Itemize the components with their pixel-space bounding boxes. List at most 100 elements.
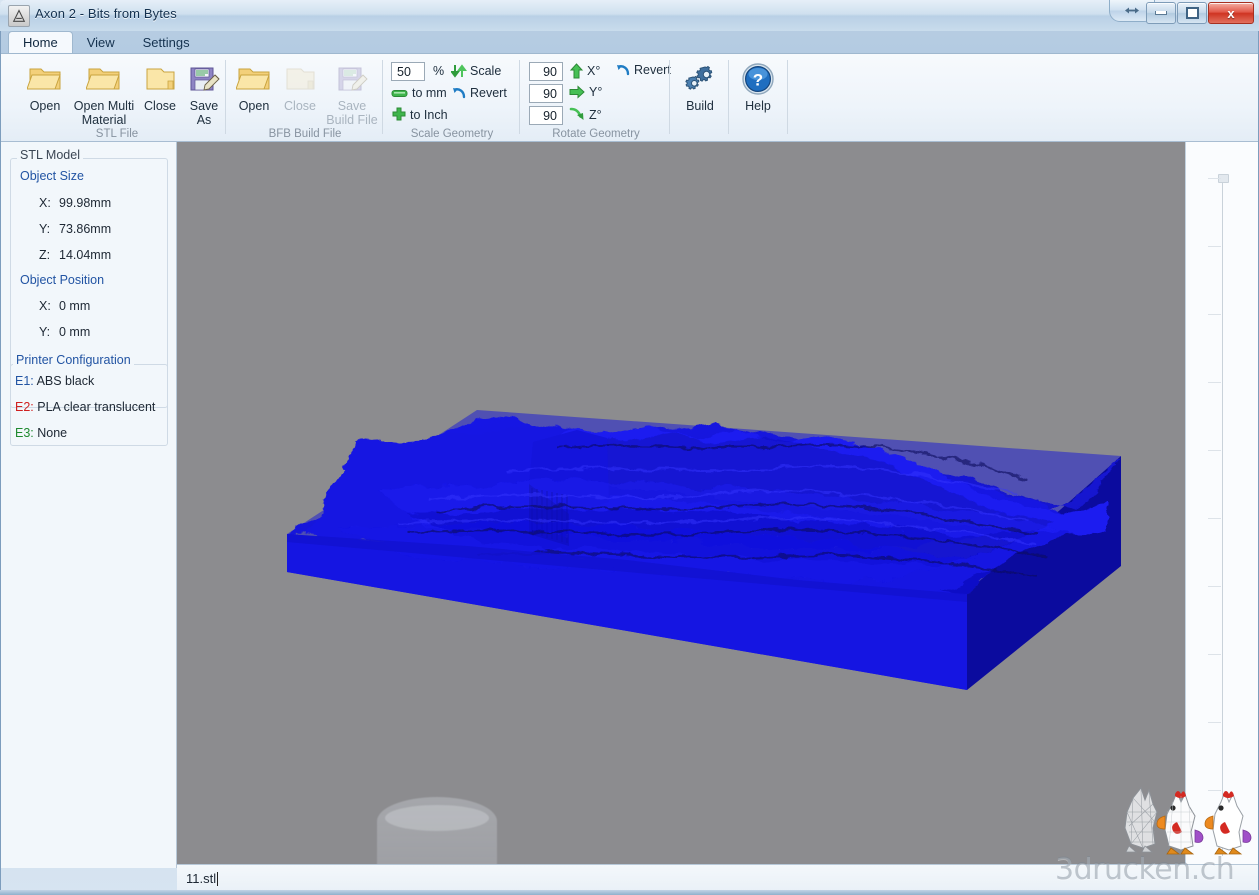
closed-folder-icon (143, 58, 177, 100)
rotate-revert-button[interactable]: Revert (615, 63, 671, 77)
extruder-e3-value: None (37, 426, 68, 440)
rotate-z-label: Z° (589, 107, 602, 122)
object-size-x-key: X: (39, 196, 51, 210)
stl-close-button[interactable]: Close (137, 58, 183, 114)
bfb-close-button[interactable]: Close (277, 58, 323, 114)
tab-view[interactable]: View (73, 32, 129, 53)
ribbon-separator (382, 60, 383, 134)
maximize-icon[interactable] (1177, 2, 1207, 24)
object-position-y-value: 0 mm (59, 325, 91, 339)
to-mm-label: to mm (412, 86, 447, 100)
ruler-tick (1208, 586, 1221, 587)
minimize-icon[interactable] (1146, 2, 1176, 24)
scale-percent-input[interactable] (391, 62, 425, 81)
ribbon-group-stl-file: Open Open Multi Material Close Save As S… (9, 54, 225, 142)
extruder-e2-value: PLA clear translucent (37, 400, 156, 414)
watermark: 3drucken.ch (1055, 852, 1235, 887)
build-label: Build (686, 99, 714, 113)
save-as-icon (187, 58, 221, 100)
axon-logo-icon (8, 5, 30, 27)
to-inch-icon (392, 107, 406, 121)
bfb-open-label: Open (238, 99, 270, 113)
object-position-x-value: 0 mm (59, 299, 91, 313)
scale-button-label: Scale (470, 64, 502, 78)
rotate-z-input[interactable] (529, 106, 563, 125)
object-size-caption: Object Size (17, 169, 87, 183)
extruder-e2-key: E2: (15, 400, 34, 414)
tab-settings-label: Settings (142, 35, 190, 50)
save-as-icon (335, 58, 369, 100)
scale-button[interactable]: Scale (451, 64, 501, 78)
stl-open-multi-material-button[interactable]: Open Multi Material (69, 58, 139, 127)
build-button[interactable]: Build (673, 58, 727, 114)
extruder-e1-value: ABS black (36, 374, 95, 388)
tab-view-label: View (86, 35, 115, 50)
to-inch-button[interactable]: to Inch (391, 107, 448, 122)
window-bottom-edge (0, 890, 1259, 895)
object-size-x-value: 99.98mm (59, 196, 112, 210)
bfb-save-label-2: Build File (326, 112, 378, 127)
bfb-open-button[interactable]: Open (229, 58, 279, 114)
rotate-revert-label: Revert (634, 63, 671, 77)
bfb-close-label: Close (284, 99, 316, 113)
ribbon-separator (787, 60, 788, 134)
arrow-up-icon (569, 63, 584, 79)
ribbon-group-scale-geometry: % Scale to mm Reve (387, 54, 517, 142)
tab-home-label: Home (23, 35, 58, 50)
z-ruler-panel[interactable] (1185, 142, 1258, 864)
stl-open-button[interactable]: Open (15, 58, 75, 114)
ribbon: Open Open Multi Material Close Save As S… (1, 53, 1258, 142)
object-size-y-key: Y: (39, 222, 51, 236)
ribbon-group-rotate-label: Rotate Geometry (552, 128, 640, 140)
revert-arrow-icon (617, 65, 630, 76)
stl-save-as-button[interactable]: Save As (181, 58, 227, 127)
object-position-caption: Object Position (17, 273, 108, 287)
rotate-x-axis[interactable]: X° (569, 63, 600, 79)
help-button[interactable]: ? Help (731, 58, 785, 114)
ribbon-group-stl-file-label: STL File (95, 128, 139, 140)
tab-settings[interactable]: Settings (129, 32, 204, 53)
window-title: Axon 2 - Bits from Bytes (35, 6, 177, 21)
window-controls: x (1146, 2, 1254, 24)
to-mm-icon (391, 90, 408, 97)
stl-model-caption: STL Model (17, 148, 83, 162)
rotate-y-input[interactable] (529, 84, 563, 103)
extruder-e1-key: E1: (15, 374, 34, 388)
rotate-z-axis[interactable]: Z° (569, 107, 602, 122)
gears-icon (683, 58, 717, 100)
object-position-y-key: Y: (39, 325, 51, 339)
ribbon-group-bfb-build-file: Open Close Save Build File BFB Build Fil… (229, 54, 381, 142)
rotate-y-label: Y° (589, 85, 603, 99)
rotate-x-label: X° (587, 64, 601, 78)
bfb-save-build-file-button[interactable]: Save Build File (321, 58, 383, 127)
stl-open-multi-label-2: Material (81, 112, 127, 127)
close-glyph: x (1227, 5, 1235, 21)
tab-home[interactable]: Home (8, 31, 73, 53)
titlebar[interactable]: Axon 2 - Bits from Bytes x (0, 0, 1259, 31)
ribbon-separator (225, 60, 226, 134)
extruder-e1-row: E1: ABS black (15, 374, 94, 388)
to-mm-button[interactable]: to mm (391, 86, 447, 100)
viewport-3d[interactable] (177, 142, 1185, 864)
ribbon-group-help: ? Help (731, 54, 785, 142)
ribbon-separator (728, 60, 729, 134)
arrow-curve-icon (569, 107, 584, 120)
text-caret (217, 872, 219, 886)
help-label: Help (745, 99, 771, 113)
extruder-e3-key: E3: (15, 426, 34, 440)
scale-revert-button[interactable]: Revert (451, 86, 507, 100)
ruler-tick (1208, 382, 1221, 383)
stl-save-as-label-1: Save (189, 99, 219, 113)
ribbon-tabstrip: Home View Settings (8, 31, 204, 53)
rotate-y-axis[interactable]: Y° (569, 85, 602, 99)
ribbon-separator (669, 60, 670, 134)
ruler-tick (1208, 450, 1221, 451)
scale-revert-label: Revert (470, 86, 507, 100)
stl-close-label: Close (144, 99, 176, 113)
open-folder-icon (27, 58, 63, 100)
open-folder-icon (236, 58, 272, 100)
ruler-tick (1208, 654, 1221, 655)
rotate-x-input[interactable] (529, 62, 563, 81)
stl-open-label: Open (29, 99, 61, 113)
close-icon[interactable]: x (1208, 2, 1254, 24)
